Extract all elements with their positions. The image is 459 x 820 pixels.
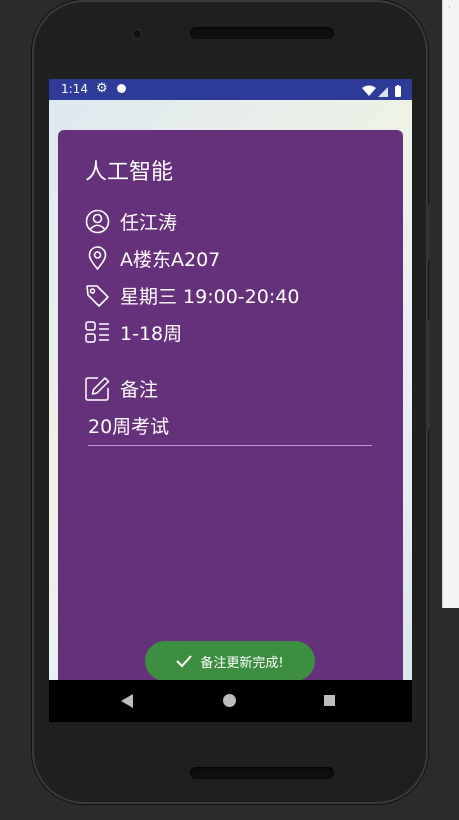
battery-icon xyxy=(395,85,401,97)
course-title: 人工智能 xyxy=(85,160,174,185)
earpiece-speaker xyxy=(190,27,334,39)
course-detail-card: 人工智能 任江涛 A楼东A207 星期三 19:00-20:40 1-18周 备… xyxy=(58,130,403,693)
device-screen: 1:14 ⚙ 人工智能 任江涛 A楼东A207 星期三 19:00-20:40 … xyxy=(49,79,412,722)
location-pin-icon xyxy=(88,245,107,270)
volume-button xyxy=(426,205,430,260)
navigation-bar xyxy=(49,680,412,722)
app-background: 人工智能 任江涛 A楼东A207 星期三 19:00-20:40 1-18周 备… xyxy=(49,100,412,693)
weeks-row: 1-18周 xyxy=(85,318,182,346)
class-time: 星期三 19:00-20:40 xyxy=(120,285,300,308)
check-icon xyxy=(176,655,193,668)
power-button xyxy=(426,320,430,430)
note-header: 备注 xyxy=(85,374,158,402)
ide-side-panel: ˙ xyxy=(442,0,459,608)
notification-dot-icon xyxy=(117,84,126,93)
classroom-location: A楼东A207 xyxy=(120,248,221,271)
person-icon xyxy=(85,209,110,233)
toast-message: 备注更新完成! xyxy=(200,655,284,671)
note-label: 备注 xyxy=(120,378,159,401)
nav-back-icon[interactable] xyxy=(121,694,134,708)
signal-icon xyxy=(378,87,388,97)
nav-home-icon[interactable] xyxy=(223,694,236,707)
gear-icon: ⚙ xyxy=(96,81,108,96)
status-bar: 1:14 ⚙ xyxy=(49,79,412,100)
edit-note-icon xyxy=(85,376,110,401)
note-input[interactable]: 20周考试 xyxy=(88,412,372,446)
schedule-row: 星期三 19:00-20:40 xyxy=(85,281,299,309)
front-camera xyxy=(133,30,141,38)
toast-notification: 备注更新完成! xyxy=(145,641,315,681)
status-time: 1:14 xyxy=(61,82,88,96)
side-panel-mark: ˙ xyxy=(447,6,452,17)
location-row: A楼东A207 xyxy=(85,244,220,272)
tag-icon xyxy=(86,284,109,307)
list-icon xyxy=(85,320,109,343)
week-range: 1-18周 xyxy=(120,322,183,345)
wifi-icon xyxy=(362,85,376,96)
nav-recent-icon[interactable] xyxy=(324,695,335,706)
teacher-name: 任江涛 xyxy=(120,211,178,234)
bottom-speaker xyxy=(190,767,334,779)
teacher-row: 任江涛 xyxy=(85,207,177,235)
